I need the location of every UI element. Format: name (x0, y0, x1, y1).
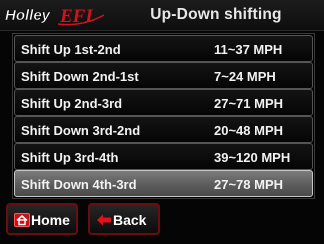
arrow-left-icon (97, 214, 111, 226)
shift-name: Shift Down 4th-3rd (21, 177, 137, 192)
page-title: Up-Down shifting (150, 6, 282, 23)
home-button[interactable]: Home (6, 203, 78, 235)
shift-name: Shift Down 3rd-2nd (21, 123, 141, 138)
back-button[interactable]: Back (88, 203, 160, 235)
shift-speed-range: 27~71 MPH (214, 96, 284, 111)
list-item[interactable]: Shift Up 1st-2nd 11~37 MPH (14, 35, 313, 62)
back-button-label: Back (113, 212, 147, 228)
home-button-label: Home (31, 212, 70, 228)
svg-text:Holley: Holley (5, 7, 51, 24)
shift-list[interactable]: Shift Up 1st-2nd 11~37 MPH Shift Down 2n… (12, 33, 315, 199)
shift-speed-range: 11~37 MPH (214, 42, 283, 57)
list-item[interactable]: Shift Down 3rd-2nd 20~48 MPH (14, 116, 313, 143)
home-icon (14, 213, 30, 227)
shift-name: Shift Up 3rd-4th (21, 150, 119, 165)
shift-name: Shift Up 1st-2nd (21, 42, 121, 57)
header-bar: Holley EFI Up-Down shifting (0, 0, 324, 31)
list-item[interactable]: Shift Up 3rd-4th 39~120 MPH (14, 143, 313, 170)
list-item[interactable]: Shift Up 2nd-3rd 27~71 MPH (14, 89, 313, 116)
shift-speed-range: 20~48 MPH (214, 123, 284, 138)
shift-speed-range: 27~78 MPH (214, 177, 284, 192)
list-item-selected[interactable]: Shift Down 4th-3rd 27~78 MPH (14, 170, 313, 197)
shift-name: Shift Up 2nd-3rd (21, 96, 123, 111)
shift-settings-screen: Holley EFI Up-Down shifting Shift Up 1st… (0, 0, 324, 244)
shift-speed-range: 39~120 MPH (214, 150, 291, 165)
shift-speed-range: 7~24 MPH (214, 69, 276, 84)
list-item[interactable]: Shift Down 2nd-1st 7~24 MPH (14, 62, 313, 89)
holley-efi-logo: Holley EFI (5, 6, 105, 27)
shift-name: Shift Down 2nd-1st (21, 69, 139, 84)
